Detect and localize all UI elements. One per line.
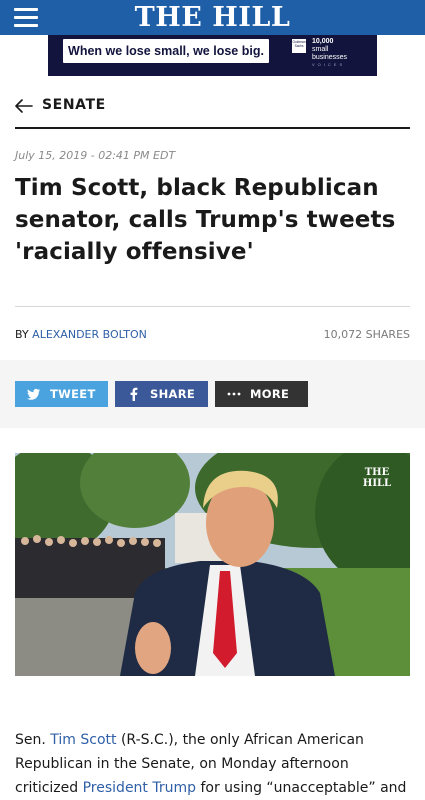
more-dots-icon [227,392,241,396]
ad-brand-logo: Goldman Sachs [292,39,306,53]
ad-program-line: small [312,46,329,53]
photo-watermark-line: HILL [363,478,391,489]
ad-program-name: 10,000 small businesses [312,38,347,62]
twitter-bird-icon [27,388,40,400]
tweet-button[interactable]: TWEET [15,381,108,407]
body-text: Sen. [15,732,51,748]
ad-program-line: businesses [312,54,348,61]
tim-scott-link[interactable]: Tim Scott [50,732,116,748]
top-navigation-bar: THE HILL [0,0,425,35]
ad-headline: When we lose small, we lose big. [63,39,269,63]
arrow-left-icon [15,99,33,113]
ad-program-line: 10,000 [312,38,334,45]
section-label: SENATE [42,97,106,113]
share-button-label: SHARE [150,387,196,401]
ad-banner-area: When we lose small, we lose big. Goldman… [0,35,425,80]
more-button-label: MORE [250,387,290,401]
article-body-paragraph: Sen. Tim Scott (R-S.C.), the only Africa… [15,728,415,800]
share-bar: TWEET SHARE MORE [0,360,425,428]
ad-voices-label: VOICES [312,62,346,67]
share-count-label: SHARES [365,328,410,341]
ad-banner[interactable]: When we lose small, we lose big. Goldman… [48,35,377,76]
photo-watermark-line: THE [365,467,390,478]
facebook-share-button[interactable]: SHARE [115,381,208,407]
more-share-button[interactable]: MORE [215,381,308,407]
share-count-number: 10,072 [323,328,363,341]
share-count: 10,072 SHARES [324,328,410,341]
article-date: July 15, 2019 - 02:41 PM EDT [15,149,176,162]
byline-prefix: BY [15,328,29,341]
article-photo[interactable]: THE HILL [15,453,410,676]
article-headline: Tim Scott, black Republican senator, cal… [15,175,396,265]
article-photo-image: THE HILL [15,453,410,676]
facebook-f-icon [130,387,138,401]
body-text: for using “unacceptable” and [196,780,407,796]
headline-divider [15,306,410,307]
byline: BY ALEXANDER BOLTON [15,328,147,341]
author-link[interactable]: ALEXANDER BOLTON [32,328,147,341]
president-trump-link[interactable]: President Trump [83,780,196,796]
tweet-button-label: TWEET [50,387,96,401]
section-divider [15,127,410,129]
site-logo[interactable]: THE HILL [0,2,425,33]
